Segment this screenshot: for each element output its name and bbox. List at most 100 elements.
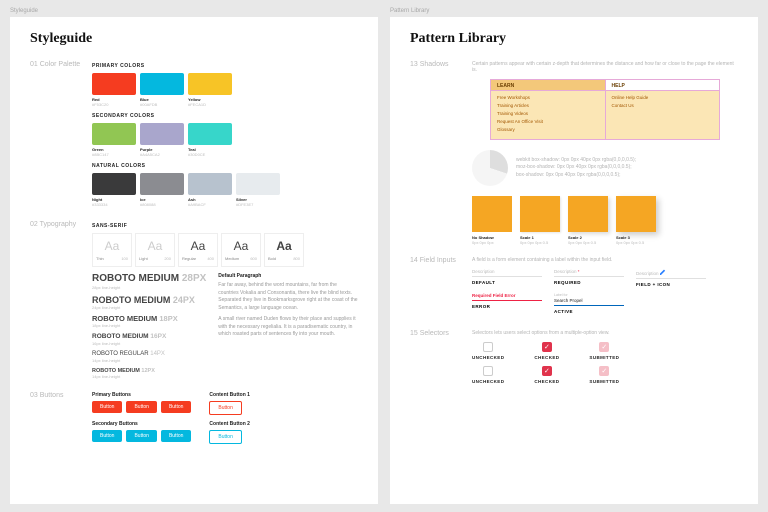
button[interactable]: Button [126,401,156,413]
swatch-chip [92,123,136,145]
paragraph-title: Default Paragraph [218,273,358,279]
button[interactable]: Button [161,430,191,442]
type-sub: 24px line-height [92,305,206,310]
pie-icon [472,150,508,186]
menu-bar: LEARN HELP [490,79,720,91]
menu-tab-help[interactable]: HELP [606,80,720,90]
checkbox[interactable] [483,366,493,376]
styleguide-column: Styleguide Styleguide 01 Color Palette P… [10,8,378,504]
button[interactable]: Button [92,401,122,413]
type-sample: Aa [148,239,163,253]
type-scale-list: ROBOTO MEDIUM 28PX 28px line-heightROBOT… [92,273,206,384]
field-input[interactable]: DescriptionDEFAULT [472,269,542,287]
type-sub: 18px line-height [92,323,206,328]
section-num: 02 Typography [30,221,92,384]
type-weight-cell: Aa Thin100 [92,233,132,267]
swatch-chip [140,73,184,95]
button[interactable]: Button [209,401,241,415]
type-heading: ROBOTO MEDIUM 28PX [92,273,206,285]
paragraph-1: Far far away, behind the word mountains,… [218,282,358,312]
checkbox[interactable]: ✓ [599,342,609,352]
checkbox[interactable]: ✓ [542,366,552,376]
field-input-container: DescriptionDEFAULT DescriptionREQUIRED Des… [472,269,738,314]
button[interactable]: Button [126,430,156,442]
button[interactable]: Button [161,401,191,413]
button-group-label: Content Button 1 [209,392,250,398]
color-swatch: Teal #30D0CE [188,123,232,157]
selector[interactable]: UNCHECKED [472,342,504,360]
color-swatch: Yellow #FECA1D [188,73,232,107]
page-title-left: Styleguide [30,31,358,47]
paragraph-sample: Default Paragraph Far far away, behind t… [218,273,358,384]
section-num: 13 Shadows [410,61,472,245]
section-num: 01 Color Palette [30,61,92,213]
section-num: 15 Selectors [410,330,472,384]
button-group-label: Content Button 2 [209,421,250,427]
selector[interactable]: ✓CHECKED [534,366,559,384]
field-input[interactable]: Required Field ErrorERROR [472,293,542,314]
selector[interactable]: ✓SUBMITTED [589,342,619,360]
menu-item[interactable]: Glossary [497,127,599,132]
shadow-css-text: webkit box-shadow: 0px 0px 40px 0px rgba… [516,157,636,180]
pattern-pane: Pattern Library 13 Shadows Certain patte… [390,17,758,504]
pane-label-left: Styleguide [10,8,378,14]
color-swatch: Blue #00AFDB [140,73,184,107]
menu-item[interactable]: Request An Office Visit [497,119,599,124]
field-input[interactable]: DescriptionREQUIRED [554,269,624,287]
menu-item[interactable]: Online Help Guide [612,95,714,100]
selector-label: SUBMITTED [589,379,619,384]
type-heading: ROBOTO MEDIUM 16PX [92,333,206,340]
type-weight-grid: Aa Thin100Aa Light200Aa Regular400Aa Med… [92,233,358,267]
shadow-box [616,196,656,232]
color-swatch: Night #333334 [92,173,136,207]
color-swatch: Green #8BC147 [92,123,136,157]
button[interactable]: Button [92,430,122,442]
pane-label-right: Pattern Library [390,8,758,14]
swatch-chip [188,173,232,195]
menu-item[interactable]: Training Videos [497,111,599,116]
section-num: 14 Field Inputs [410,257,472,320]
checkbox[interactable]: ✓ [542,342,552,352]
field-input[interactable]: Description FIELD + ICON [636,269,706,287]
color-swatch: Purple #A4A5CA2 [140,123,184,157]
swatch-hex: #F53C20 [92,102,136,107]
selector[interactable]: UNCHECKED [472,366,504,384]
selector[interactable]: ✓CHECKED [534,342,559,360]
dropdown-example: LEARN HELP Free Workshops Training Articl… [490,79,720,140]
swatch-chip [236,173,280,195]
swatch-hex: #808088 [140,202,184,207]
page-title-right: Pattern Library [410,31,738,47]
field-input[interactable]: Label forSearch PropelACTIVE [554,293,624,314]
type-family-label: SANS-SERIF [92,223,358,229]
shadows-desc: Certain patterns appear with certain z-d… [472,61,738,73]
menu-col-2: Online Help Guide Contact Us [606,91,720,139]
pattern-library-column: Pattern Library Pattern Library 13 Shado… [390,8,758,504]
swatch-chip [92,73,136,95]
shadow-card: Scale 20px 0px 0px 0.5 [568,196,608,245]
color-swatch: Red #F53C20 [92,73,136,107]
shadow-card: Scale 30px 0px 0px 0.5 [616,196,656,245]
section-color-palette: 01 Color Palette PRIMARY COLORS Red #F53… [30,61,358,213]
type-sub: 14px line-height [92,374,206,379]
menu-item[interactable]: Free Workshops [497,95,599,100]
selectors-desc: Selectors lets users select options from… [472,330,738,336]
fields-desc: A field is a form element containing a l… [472,257,738,263]
menu-item[interactable]: Contact Us [612,103,714,108]
shadow-scale-row: No Shadow0px 0px 0px Scale 10px 0px 0px … [472,196,738,245]
selector[interactable]: ✓ SUBMITTED [589,366,619,384]
menu-tab-learn[interactable]: LEARN [491,80,606,90]
menu-item[interactable]: Training Articles [497,103,599,108]
section-shadows: 13 Shadows Certain patterns appear with … [410,61,738,245]
type-weight-cell: Aa Medium600 [221,233,261,267]
selector-label: UNCHECKED [472,379,504,384]
menu-col-1: Free Workshops Training Articles Training … [491,91,606,139]
pie-row: webkit box-shadow: 0px 0px 40px 0px rgba… [472,150,738,186]
swatch-hex: #DFE3E7 [236,202,280,207]
section-buttons: 03 Buttons Primary ButtonsButtonButtonBu… [30,392,358,450]
color-swatch: Silver #DFE3E7 [236,173,280,207]
button[interactable]: Button [209,430,241,444]
type-sub: 16px line-height [92,341,206,346]
checkbox[interactable]: ✓ [599,366,609,376]
checkbox[interactable] [483,342,493,352]
checkbox-row-2: UNCHECKED✓CHECKED✓SUBMITTED [472,366,738,384]
